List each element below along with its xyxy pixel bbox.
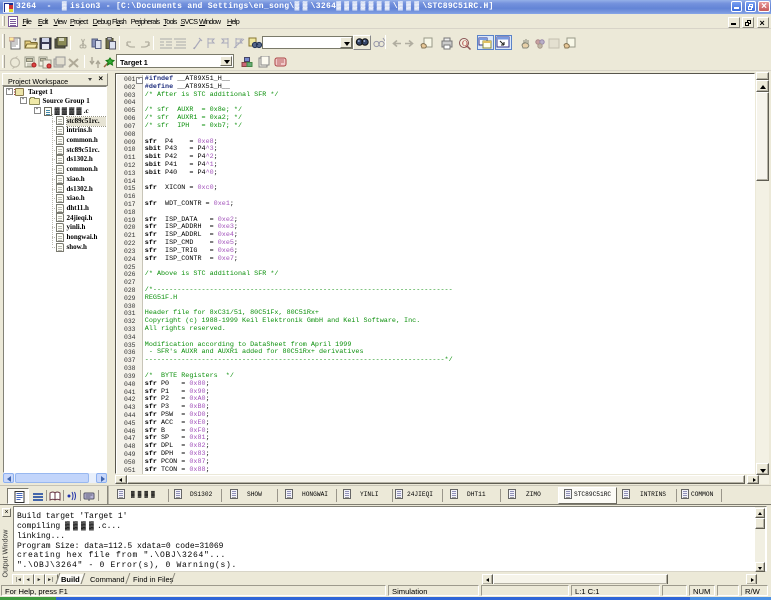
svg-text:Q: Q xyxy=(462,39,468,48)
